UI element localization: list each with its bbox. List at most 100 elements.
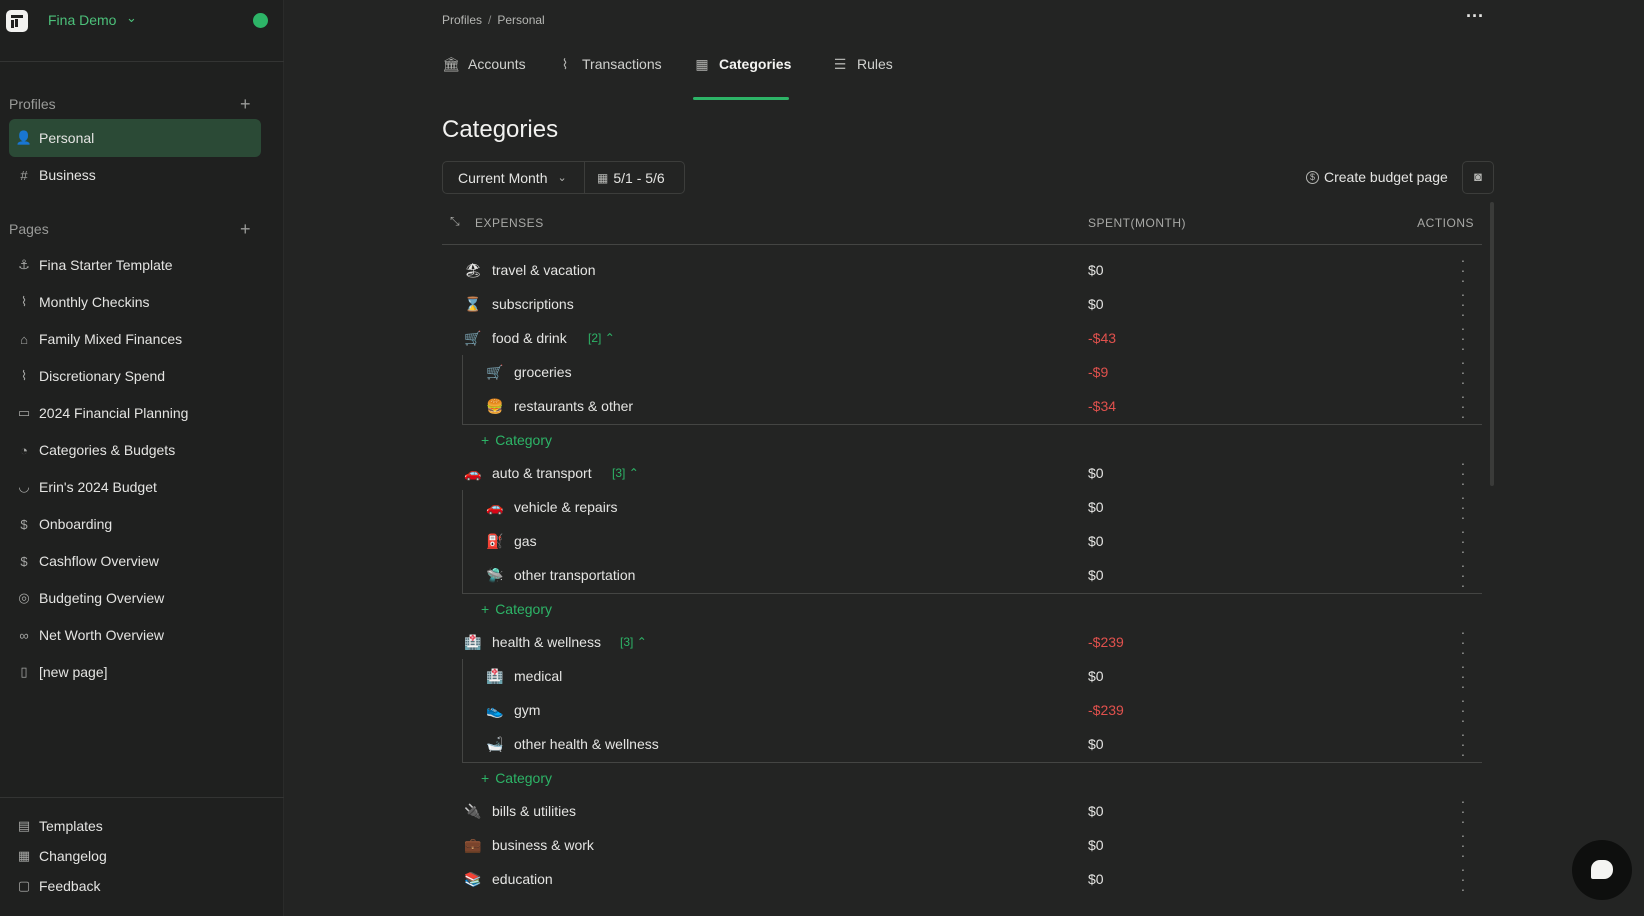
category-row[interactable]: 🏖 travel & vacation $0 · · · xyxy=(442,253,1482,287)
category-emoji-icon: 🛁 xyxy=(486,735,504,752)
col-expenses[interactable]: EXPENSES xyxy=(475,216,544,230)
category-name[interactable]: auto & transport xyxy=(492,465,592,481)
sidebar-page-family-mixed-finances[interactable]: ⌂ Family Mixed Finances xyxy=(9,320,261,358)
sidebar-page-categories-budgets[interactable]: ◔ Categories & Budgets xyxy=(9,431,261,469)
category-name[interactable]: bills & utilities xyxy=(492,803,576,819)
row-actions-icon[interactable]: · · · xyxy=(1458,693,1468,727)
scrollbar[interactable] xyxy=(1490,202,1494,486)
subcategory-row[interactable]: 👟 gym -$239 · · · xyxy=(442,693,1482,727)
tab-transactions[interactable]: ⌇ Transactions xyxy=(556,56,662,100)
row-actions-icon[interactable]: · · · xyxy=(1458,490,1468,524)
add-category-label: Category xyxy=(495,601,552,617)
date-range-picker[interactable]: ▦ 5/1 - 5/6 xyxy=(585,162,665,193)
category-name[interactable]: education xyxy=(492,871,553,887)
category-name[interactable]: other transportation xyxy=(514,567,635,583)
category-name[interactable]: medical xyxy=(514,668,562,684)
sidebar-page-new-page[interactable]: ▯ [new page] xyxy=(9,653,261,691)
row-actions-icon[interactable]: · · · xyxy=(1458,828,1468,862)
subcategory-row[interactable]: ⛽ gas $0 · · · xyxy=(442,524,1482,558)
category-row[interactable]: 🚗 auto & transport [3] ⌃ $0 · · · xyxy=(442,456,1482,490)
category-name[interactable]: other health & wellness xyxy=(514,736,659,752)
category-name[interactable]: travel & vacation xyxy=(492,262,596,278)
subcategory-count-toggle[interactable]: [2] ⌃ xyxy=(588,331,615,345)
sidebar-footer-feedback[interactable]: ▢ Feedback xyxy=(9,867,261,905)
add-category-button[interactable]: + Category xyxy=(481,770,552,786)
sidebar-page-fina-starter-template[interactable]: ⚓ Fina Starter Template xyxy=(9,246,261,284)
category-row[interactable]: 💼 business & work $0 · · · xyxy=(442,828,1482,862)
category-name[interactable]: subscriptions xyxy=(492,296,574,312)
create-budget-page-button[interactable]: $ Create budget page xyxy=(1306,169,1448,185)
sidebar-page-monthly-checkins[interactable]: ⌇ Monthly Checkins xyxy=(9,283,261,321)
subcategory-row[interactable]: 🚗 vehicle & repairs $0 · · · xyxy=(442,490,1482,524)
subcategory-row[interactable]: 🛁 other health & wellness $0 · · · xyxy=(442,727,1482,761)
row-actions-icon[interactable]: · · · xyxy=(1458,253,1468,287)
category-name[interactable]: health & wellness xyxy=(492,634,601,650)
row-actions-icon[interactable]: · · · xyxy=(1458,389,1468,423)
workspace-header[interactable]: Fina Demo ⌄ xyxy=(0,0,284,62)
row-actions-icon[interactable]: · · · xyxy=(1458,321,1468,355)
sidebar-profile-business[interactable]: # Business xyxy=(9,156,261,194)
row-actions-icon[interactable]: · · · xyxy=(1458,456,1468,490)
group-separator xyxy=(462,762,1482,763)
category-name[interactable]: gym xyxy=(514,702,540,718)
row-actions-icon[interactable]: · · · xyxy=(1458,355,1468,389)
apple-icon: ◡ xyxy=(18,479,30,494)
tab-label: Accounts xyxy=(468,56,526,72)
more-options-icon[interactable]: ··· xyxy=(1464,7,1486,30)
category-name[interactable]: business & work xyxy=(492,837,594,853)
subcategory-guide-line xyxy=(462,659,463,763)
category-name[interactable]: groceries xyxy=(514,364,572,380)
sidebar-page-label: [new page] xyxy=(39,664,108,680)
category-name[interactable]: vehicle & repairs xyxy=(514,499,618,515)
subcategory-count-toggle[interactable]: [3] ⌃ xyxy=(620,635,647,649)
breadcrumb-root[interactable]: Profiles xyxy=(442,13,482,27)
sidebar-profile-personal[interactable]: 👤 Personal xyxy=(9,119,261,157)
subcategory-count-toggle[interactable]: [3] ⌃ xyxy=(612,466,639,480)
add-page-icon[interactable]: + xyxy=(240,220,251,238)
chevron-down-icon[interactable]: ⌄ xyxy=(126,10,137,26)
row-actions-icon[interactable]: · · · xyxy=(1458,524,1468,558)
camera-icon[interactable]: ◙ xyxy=(1462,161,1494,194)
add-profile-icon[interactable]: + xyxy=(240,95,251,113)
category-row[interactable]: 📚 education $0 · · · xyxy=(442,862,1482,896)
collapse-icon[interactable]: ⤡ xyxy=(450,214,460,229)
dollar-circle-icon: $ xyxy=(1306,170,1319,184)
category-emoji-icon: 📚 xyxy=(464,870,482,887)
category-row[interactable]: ⌛ subscriptions $0 · · · xyxy=(442,287,1482,321)
category-row[interactable]: 🛒 food & drink [2] ⌃ -$43 · · · xyxy=(442,321,1482,355)
sidebar-page-erin-s-2024-budget[interactable]: ◡ Erin's 2024 Budget xyxy=(9,468,261,506)
row-actions-icon[interactable]: · · · xyxy=(1458,794,1468,828)
category-row[interactable]: 🏥 health & wellness [3] ⌃ -$239 · · · xyxy=(442,625,1482,659)
row-actions-icon[interactable]: · · · xyxy=(1458,727,1468,761)
add-category-button[interactable]: + Category xyxy=(481,432,552,448)
row-actions-icon[interactable]: · · · xyxy=(1458,625,1468,659)
sidebar-page-cashflow-overview[interactable]: $ Cashflow Overview xyxy=(9,542,261,580)
sidebar-page-label: Family Mixed Finances xyxy=(39,331,183,347)
sidebar-page-budgeting-overview[interactable]: ◎ Budgeting Overview xyxy=(9,579,261,617)
sidebar-page-2024-financial-planning[interactable]: ▭ 2024 Financial Planning xyxy=(9,394,261,432)
row-actions-icon[interactable]: · · · xyxy=(1458,659,1468,693)
subcategory-row[interactable]: 🛸 other transportation $0 · · · xyxy=(442,558,1482,592)
tab-accounts[interactable]: 🏛 Accounts xyxy=(442,56,526,100)
col-spent[interactable]: SPENT(MONTH) xyxy=(1088,216,1186,230)
category-emoji-icon: 🏖 xyxy=(464,261,482,278)
chat-button[interactable] xyxy=(1572,840,1632,900)
add-category-button[interactable]: + Category xyxy=(481,601,552,617)
sidebar-page-discretionary-spend[interactable]: ⌇ Discretionary Spend xyxy=(9,357,261,395)
row-actions-icon[interactable]: · · · xyxy=(1458,862,1468,896)
period-select[interactable]: Current Month ⌄ xyxy=(443,162,585,193)
category-name[interactable]: food & drink xyxy=(492,330,567,346)
sidebar-page-onboarding[interactable]: $ Onboarding xyxy=(9,505,261,543)
tab-rules[interactable]: ☰ Rules xyxy=(831,56,893,100)
category-name[interactable]: gas xyxy=(514,533,537,549)
row-actions-icon[interactable]: · · · xyxy=(1458,287,1468,321)
subcategory-row[interactable]: 🏥 medical $0 · · · xyxy=(442,659,1482,693)
subcategory-row[interactable]: 🛒 groceries -$9 · · · xyxy=(442,355,1482,389)
workspace-name[interactable]: Fina Demo xyxy=(48,12,116,28)
tab-categories[interactable]: ▦ Categories xyxy=(693,56,791,100)
subcategory-row[interactable]: 🍔 restaurants & other -$34 · · · xyxy=(442,389,1482,423)
sidebar-page-net-worth-overview[interactable]: ∞ Net Worth Overview xyxy=(9,616,261,654)
row-actions-icon[interactable]: · · · xyxy=(1458,558,1468,592)
category-row[interactable]: 🔌 bills & utilities $0 · · · xyxy=(442,794,1482,828)
category-name[interactable]: restaurants & other xyxy=(514,398,633,414)
